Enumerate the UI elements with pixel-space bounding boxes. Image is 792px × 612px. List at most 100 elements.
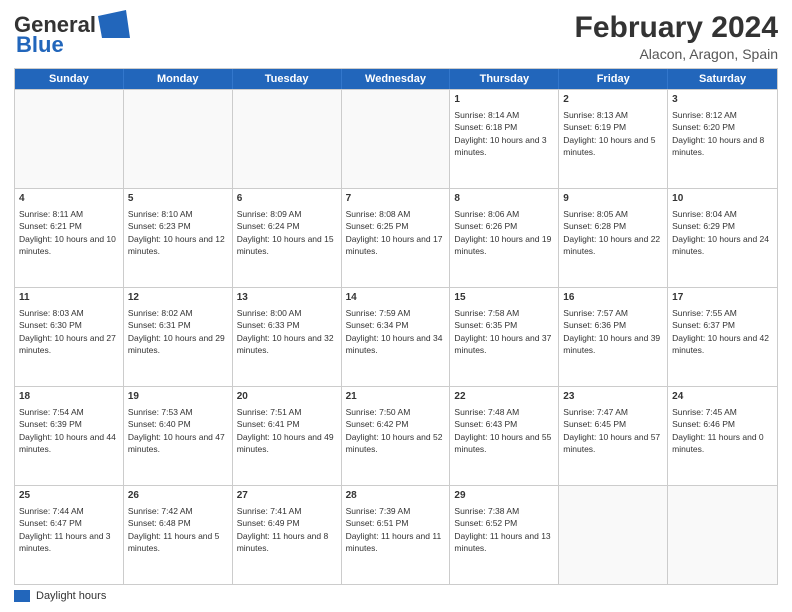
day-number: 20 bbox=[237, 390, 337, 404]
day-info: Sunrise: 7:58 AM Sunset: 6:35 PM Dayligh… bbox=[454, 307, 554, 356]
cal-cell bbox=[15, 90, 124, 188]
day-info: Sunrise: 7:54 AM Sunset: 6:39 PM Dayligh… bbox=[19, 406, 119, 455]
day-info: Sunrise: 8:14 AM Sunset: 6:18 PM Dayligh… bbox=[454, 109, 554, 158]
cal-cell: 8 Sunrise: 8:06 AM Sunset: 6:26 PM Daylig… bbox=[450, 189, 559, 287]
day-number: 10 bbox=[672, 192, 773, 206]
cal-cell: 5 Sunrise: 8:10 AM Sunset: 6:23 PM Daylig… bbox=[124, 189, 233, 287]
cal-cell: 4Sunrise: 8:11 AM Sunset: 6:21 PM Daylig… bbox=[15, 189, 124, 287]
day-number: 28 bbox=[346, 489, 446, 503]
day-info: Sunrise: 7:42 AM Sunset: 6:48 PM Dayligh… bbox=[128, 505, 228, 554]
logo: General Blue bbox=[14, 10, 130, 58]
day-number: 18 bbox=[19, 390, 119, 404]
day-number: 25 bbox=[19, 489, 119, 503]
day-info: Sunrise: 7:50 AM Sunset: 6:42 PM Dayligh… bbox=[346, 406, 446, 455]
legend-label: Daylight hours bbox=[36, 590, 106, 602]
calendar-body: 1Sunrise: 8:14 AM Sunset: 6:18 PM Daylig… bbox=[15, 89, 777, 584]
header: General Blue February 2024 Alacon, Arago… bbox=[14, 10, 778, 62]
day-number: 2 bbox=[563, 93, 663, 107]
day-info: Sunrise: 8:04 AM Sunset: 6:29 PM Dayligh… bbox=[672, 208, 773, 257]
calendar-header: SundayMondayTuesdayWednesdayThursdayFrid… bbox=[15, 69, 777, 89]
cal-cell: 9 Sunrise: 8:05 AM Sunset: 6:28 PM Daylig… bbox=[559, 189, 668, 287]
day-info: Sunrise: 8:08 AM Sunset: 6:25 PM Dayligh… bbox=[346, 208, 446, 257]
cal-row: 11Sunrise: 8:03 AM Sunset: 6:30 PM Dayli… bbox=[15, 287, 777, 386]
cal-cell: 17Sunrise: 7:55 AM Sunset: 6:37 PM Dayli… bbox=[668, 288, 777, 386]
day-info: Sunrise: 7:41 AM Sunset: 6:49 PM Dayligh… bbox=[237, 505, 337, 554]
cal-cell bbox=[668, 486, 777, 584]
day-info: Sunrise: 7:51 AM Sunset: 6:41 PM Dayligh… bbox=[237, 406, 337, 455]
day-info: Sunrise: 7:57 AM Sunset: 6:36 PM Dayligh… bbox=[563, 307, 663, 356]
day-number: 3 bbox=[672, 93, 773, 107]
cal-cell: 26Sunrise: 7:42 AM Sunset: 6:48 PM Dayli… bbox=[124, 486, 233, 584]
day-number: 5 bbox=[128, 192, 228, 206]
day-info: Sunrise: 8:06 AM Sunset: 6:26 PM Dayligh… bbox=[454, 208, 554, 257]
day-info: Sunrise: 8:05 AM Sunset: 6:28 PM Dayligh… bbox=[563, 208, 663, 257]
day-info: Sunrise: 7:39 AM Sunset: 6:51 PM Dayligh… bbox=[346, 505, 446, 554]
title-block: February 2024 Alacon, Aragon, Spain bbox=[575, 10, 778, 62]
cal-header-cell: Wednesday bbox=[342, 69, 451, 89]
cal-cell: 6 Sunrise: 8:09 AM Sunset: 6:24 PM Daylig… bbox=[233, 189, 342, 287]
day-info: Sunrise: 7:53 AM Sunset: 6:40 PM Dayligh… bbox=[128, 406, 228, 455]
cal-header-cell: Monday bbox=[124, 69, 233, 89]
day-number: 22 bbox=[454, 390, 554, 404]
cal-cell: 24 Sunrise: 7:45 AM Sunset: 6:46 PM Dayli… bbox=[668, 387, 777, 485]
day-number: 15 bbox=[454, 291, 554, 305]
cal-cell bbox=[342, 90, 451, 188]
cal-cell: 7Sunrise: 8:08 AM Sunset: 6:25 PM Daylig… bbox=[342, 189, 451, 287]
cal-cell: 14 Sunrise: 7:59 AM Sunset: 6:34 PM Dayli… bbox=[342, 288, 451, 386]
cal-row: 4Sunrise: 8:11 AM Sunset: 6:21 PM Daylig… bbox=[15, 188, 777, 287]
cal-cell: 16 Sunrise: 7:57 AM Sunset: 6:36 PM Dayli… bbox=[559, 288, 668, 386]
day-number: 27 bbox=[237, 489, 337, 503]
cal-header-cell: Sunday bbox=[15, 69, 124, 89]
day-number: 16 bbox=[563, 291, 663, 305]
cal-cell: 28 Sunrise: 7:39 AM Sunset: 6:51 PM Dayli… bbox=[342, 486, 451, 584]
cal-cell: 10 Sunrise: 8:04 AM Sunset: 6:29 PM Dayli… bbox=[668, 189, 777, 287]
cal-cell: 27 Sunrise: 7:41 AM Sunset: 6:49 PM Dayli… bbox=[233, 486, 342, 584]
day-number: 9 bbox=[563, 192, 663, 206]
cal-cell: 21 Sunrise: 7:50 AM Sunset: 6:42 PM Dayli… bbox=[342, 387, 451, 485]
day-number: 13 bbox=[237, 291, 337, 305]
calendar: SundayMondayTuesdayWednesdayThursdayFrid… bbox=[14, 68, 778, 585]
subtitle: Alacon, Aragon, Spain bbox=[575, 46, 778, 62]
cal-cell bbox=[233, 90, 342, 188]
day-number: 14 bbox=[346, 291, 446, 305]
day-number: 23 bbox=[563, 390, 663, 404]
day-number: 6 bbox=[237, 192, 337, 206]
day-number: 12 bbox=[128, 291, 228, 305]
day-info: Sunrise: 7:38 AM Sunset: 6:52 PM Dayligh… bbox=[454, 505, 554, 554]
day-info: Sunrise: 8:02 AM Sunset: 6:31 PM Dayligh… bbox=[128, 307, 228, 356]
page: General Blue February 2024 Alacon, Arago… bbox=[0, 0, 792, 612]
cal-cell: 23Sunrise: 7:47 AM Sunset: 6:45 PM Dayli… bbox=[559, 387, 668, 485]
day-info: Sunrise: 7:44 AM Sunset: 6:47 PM Dayligh… bbox=[19, 505, 119, 554]
day-info: Sunrise: 7:59 AM Sunset: 6:34 PM Dayligh… bbox=[346, 307, 446, 356]
day-number: 24 bbox=[672, 390, 773, 404]
cal-cell bbox=[559, 486, 668, 584]
cal-cell: 15 Sunrise: 7:58 AM Sunset: 6:35 PM Dayli… bbox=[450, 288, 559, 386]
day-info: Sunrise: 8:11 AM Sunset: 6:21 PM Dayligh… bbox=[19, 208, 119, 257]
cal-cell: 19Sunrise: 7:53 AM Sunset: 6:40 PM Dayli… bbox=[124, 387, 233, 485]
cal-cell: 20 Sunrise: 7:51 AM Sunset: 6:41 PM Dayli… bbox=[233, 387, 342, 485]
day-info: Sunrise: 7:45 AM Sunset: 6:46 PM Dayligh… bbox=[672, 406, 773, 455]
day-info: Sunrise: 8:03 AM Sunset: 6:30 PM Dayligh… bbox=[19, 307, 119, 356]
day-info: Sunrise: 8:00 AM Sunset: 6:33 PM Dayligh… bbox=[237, 307, 337, 356]
day-info: Sunrise: 8:09 AM Sunset: 6:24 PM Dayligh… bbox=[237, 208, 337, 257]
cal-header-cell: Thursday bbox=[450, 69, 559, 89]
logo-blue: Blue bbox=[16, 32, 64, 58]
day-info: Sunrise: 8:12 AM Sunset: 6:20 PM Dayligh… bbox=[672, 109, 773, 158]
day-info: Sunrise: 8:13 AM Sunset: 6:19 PM Dayligh… bbox=[563, 109, 663, 158]
main-title: February 2024 bbox=[575, 10, 778, 46]
day-number: 21 bbox=[346, 390, 446, 404]
cal-header-cell: Friday bbox=[559, 69, 668, 89]
cal-cell: 2 Sunrise: 8:13 AM Sunset: 6:19 PM Daylig… bbox=[559, 90, 668, 188]
day-number: 8 bbox=[454, 192, 554, 206]
day-info: Sunrise: 7:48 AM Sunset: 6:43 PM Dayligh… bbox=[454, 406, 554, 455]
day-info: Sunrise: 8:10 AM Sunset: 6:23 PM Dayligh… bbox=[128, 208, 228, 257]
cal-header-cell: Tuesday bbox=[233, 69, 342, 89]
footer: Daylight hours bbox=[14, 590, 778, 602]
logo-icon bbox=[98, 10, 130, 38]
cal-cell: 11Sunrise: 8:03 AM Sunset: 6:30 PM Dayli… bbox=[15, 288, 124, 386]
day-info: Sunrise: 7:55 AM Sunset: 6:37 PM Dayligh… bbox=[672, 307, 773, 356]
cal-cell: 12 Sunrise: 8:02 AM Sunset: 6:31 PM Dayli… bbox=[124, 288, 233, 386]
cal-row: 1Sunrise: 8:14 AM Sunset: 6:18 PM Daylig… bbox=[15, 89, 777, 188]
cal-row: 25 Sunrise: 7:44 AM Sunset: 6:47 PM Dayli… bbox=[15, 485, 777, 584]
cal-cell: 25 Sunrise: 7:44 AM Sunset: 6:47 PM Dayli… bbox=[15, 486, 124, 584]
